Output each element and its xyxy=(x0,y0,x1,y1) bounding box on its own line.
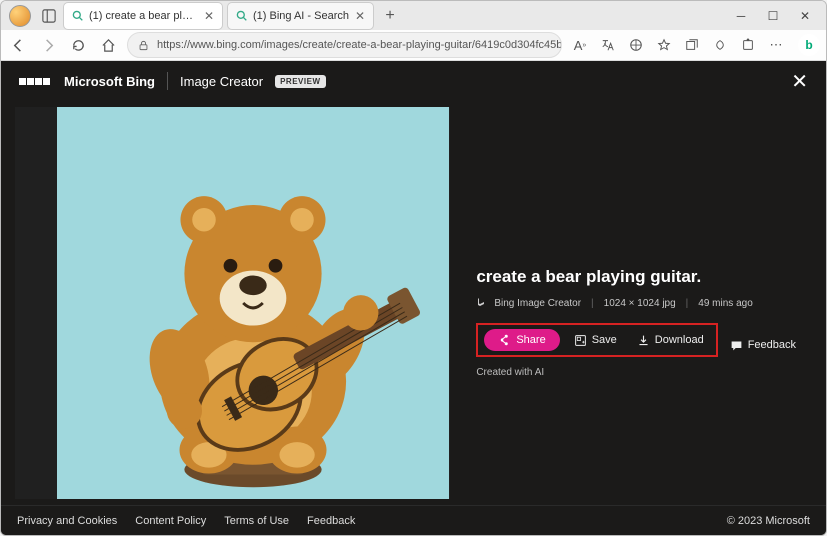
close-tab-icon[interactable]: ✕ xyxy=(204,9,214,23)
address-bar: https://www.bing.com/images/create/creat… xyxy=(1,30,826,61)
footer-privacy[interactable]: Privacy and Cookies xyxy=(17,515,117,527)
share-icon xyxy=(498,334,510,346)
footer-content-policy[interactable]: Content Policy xyxy=(135,515,206,527)
read-aloud-icon[interactable]: A» xyxy=(570,35,590,55)
bing-icon xyxy=(476,297,486,309)
lock-icon xyxy=(138,40,149,51)
footer: Privacy and Cookies Content Policy Terms… xyxy=(1,505,826,535)
generated-image[interactable] xyxy=(57,107,449,499)
section-text: Image Creator xyxy=(180,74,263,89)
created-with-text: Created with AI xyxy=(476,367,796,378)
search-icon xyxy=(236,10,247,21)
meta-row: Bing Image Creator 1024 × 1024 jpg 49 mi… xyxy=(476,297,796,309)
new-tab-button[interactable]: + xyxy=(378,4,402,28)
download-icon xyxy=(637,334,650,347)
tab-label: (1) Bing AI - Search xyxy=(253,10,349,22)
share-label: Share xyxy=(516,334,545,346)
refresh-button[interactable] xyxy=(67,34,89,56)
footer-feedback[interactable]: Feedback xyxy=(307,515,355,527)
prompt-title: create a bear playing guitar. xyxy=(476,267,796,287)
age-text: 49 mins ago xyxy=(698,298,752,309)
extensions-icon[interactable] xyxy=(738,35,758,55)
more-icon[interactable]: ⋯ xyxy=(766,35,786,55)
maximize-button[interactable]: ☐ xyxy=(764,9,782,23)
close-window-button[interactable]: ✕ xyxy=(796,9,814,23)
save-label: Save xyxy=(592,334,617,346)
footer-copyright: © 2023 Microsoft xyxy=(727,515,810,527)
home-button[interactable] xyxy=(97,34,119,56)
url-input[interactable]: https://www.bing.com/images/create/creat… xyxy=(127,32,562,58)
translate-icon[interactable] xyxy=(598,35,618,55)
tab-actions-icon[interactable] xyxy=(39,6,59,26)
feedback-icon xyxy=(730,339,743,352)
footer-terms[interactable]: Terms of Use xyxy=(224,515,289,527)
brand-text: Microsoft Bing xyxy=(64,74,155,89)
minimize-button[interactable]: ─ xyxy=(732,9,750,23)
browser-window: (1) create a bear playing guitar - ✕ (1)… xyxy=(0,0,827,536)
save-icon xyxy=(574,334,587,347)
wallet-icon[interactable] xyxy=(710,35,730,55)
page-header: Microsoft Bing Image Creator PREVIEW ✕ xyxy=(1,61,826,101)
feedback-button[interactable]: Feedback xyxy=(730,339,796,352)
back-button[interactable] xyxy=(7,34,29,56)
divider xyxy=(167,72,168,90)
page-content: Microsoft Bing Image Creator PREVIEW ✕ xyxy=(1,61,826,535)
image-column xyxy=(15,107,450,499)
profile-avatar[interactable] xyxy=(9,5,31,27)
preview-badge: PREVIEW xyxy=(275,75,325,88)
collections-icon[interactable] xyxy=(682,35,702,55)
tab-2[interactable]: (1) Bing AI - Search ✕ xyxy=(227,2,374,30)
content-area: create a bear playing guitar. Bing Image… xyxy=(1,101,826,505)
titlebar: (1) create a bear playing guitar - ✕ (1)… xyxy=(1,1,826,30)
url-text: https://www.bing.com/images/create/creat… xyxy=(157,39,562,51)
info-column: create a bear playing guitar. Bing Image… xyxy=(450,107,816,499)
actions-highlight: Share Save Download xyxy=(476,323,717,357)
creator-text: Bing Image Creator xyxy=(494,298,581,309)
tracking-icon[interactable] xyxy=(626,35,646,55)
download-button[interactable]: Download xyxy=(631,330,710,351)
microsoft-logo-icon xyxy=(19,78,50,85)
share-button[interactable]: Share xyxy=(484,329,559,351)
favorite-icon[interactable] xyxy=(654,35,674,55)
close-overlay-button[interactable]: ✕ xyxy=(791,69,808,94)
forward-button[interactable] xyxy=(37,34,59,56)
download-label: Download xyxy=(655,334,704,346)
tab-1[interactable]: (1) create a bear playing guitar - ✕ xyxy=(63,2,223,30)
bing-chat-icon[interactable]: b xyxy=(798,34,820,56)
feedback-label: Feedback xyxy=(748,339,796,351)
close-tab-icon[interactable]: ✕ xyxy=(355,9,365,23)
search-icon xyxy=(72,10,83,21)
tab-label: (1) create a bear playing guitar - xyxy=(89,10,198,22)
save-button[interactable]: Save xyxy=(568,330,623,351)
dimensions-text: 1024 × 1024 jpg xyxy=(604,298,676,309)
